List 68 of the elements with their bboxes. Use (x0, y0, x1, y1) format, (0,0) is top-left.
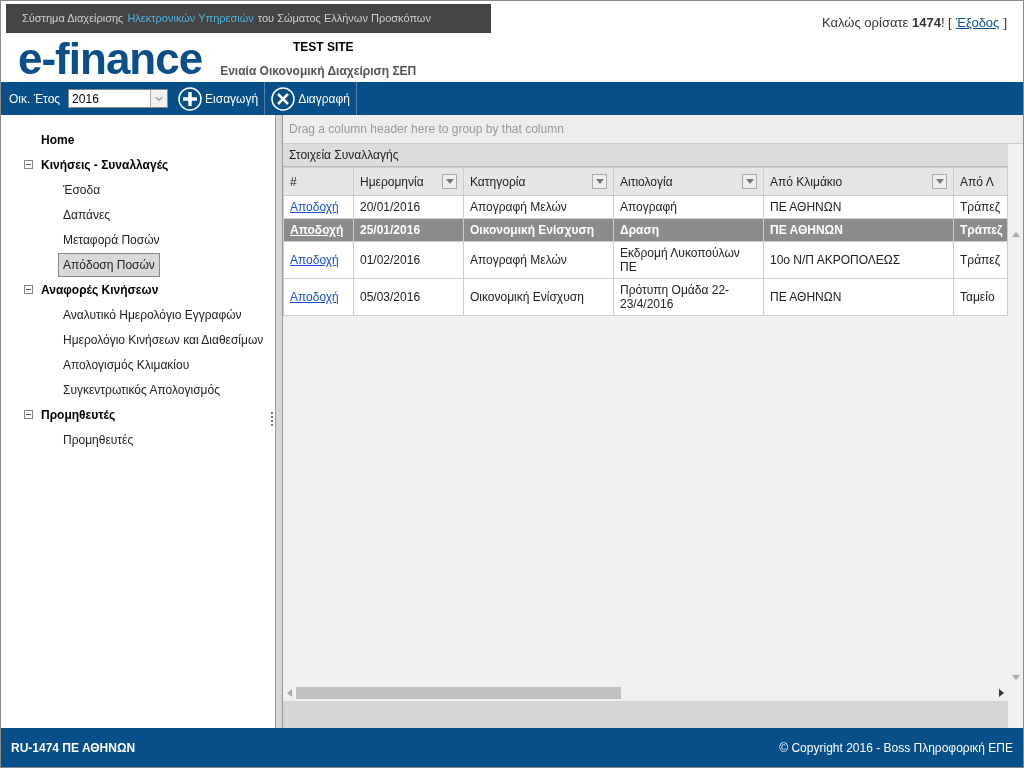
table-cell: 05/03/2016 (353, 278, 464, 316)
scroll-up-icon[interactable] (1011, 232, 1020, 237)
table-cell: Απογραφή (613, 195, 764, 219)
caret-icon (150, 90, 168, 107)
table-cell: 01/02/2016 (353, 241, 464, 279)
year-dropdown[interactable]: 2016 (68, 89, 169, 108)
table-cell: Πρότυπη Ομάδα 22-23/4/2016 (613, 278, 764, 316)
scrollbar-thumb[interactable] (296, 687, 621, 699)
add-button[interactable]: Εισαγωγή (172, 82, 266, 115)
collapse-icon[interactable] (24, 285, 33, 294)
column-header[interactable]: # (283, 167, 354, 196)
table-cell: Οικονομική Ενίσχυση (463, 278, 614, 316)
sidebar-item[interactable]: Προμηθευτές (41, 405, 116, 424)
year-label: Οικ. Έτος (9, 90, 61, 108)
welcome-text: Καλώς ορίσατε 1474! [ (822, 14, 952, 32)
header-banner: Σύστημα Διαχείρισης Ηλεκτρονικών Υπηρεσιών του Σώματος Ελλήνων Προσκόπων (6, 4, 491, 33)
table-cell: Τράπεζ (953, 195, 1008, 219)
column-header[interactable]: Ημερομηνία (353, 167, 464, 196)
table-cell: Ταμείο (953, 278, 1008, 316)
table-cell: Οικονομική Ενίσχυση (463, 218, 614, 242)
close-icon (271, 86, 296, 111)
sidebar-item[interactable]: Συγκεντρωτικός Απολογισμός (58, 377, 225, 402)
collapse-icon[interactable] (24, 160, 33, 169)
table-cell: 25/01/2016 (353, 218, 464, 242)
sidebar-item[interactable]: Απολογισμός Κλιμακίου (58, 352, 195, 377)
sidebar-item[interactable]: Προμηθευτές (58, 427, 139, 452)
copyright-text: © Copyright 2016 - Boss Πληροφορική ΕΠΕ (779, 739, 1013, 757)
column-header[interactable]: Από Κλιμάκιο (763, 167, 954, 196)
column-header[interactable]: Από Λ (953, 167, 1008, 196)
plus-icon (178, 86, 203, 111)
collapse-icon[interactable] (24, 410, 33, 419)
table-cell: ΠΕ ΑΘΗΝΩΝ (763, 218, 954, 242)
sidebar-item[interactable]: Έσοδα (58, 177, 106, 202)
column-band-header: Στοιχεία Συναλλαγής (283, 144, 1008, 167)
table-cell: Τράπεζ (953, 218, 1008, 242)
logo: e-finance (18, 37, 203, 81)
logout-link[interactable]: Έξοδος (955, 13, 1000, 82)
splitter-handle[interactable] (271, 412, 274, 426)
filter-dropdown-icon[interactable] (592, 174, 607, 189)
scroll-down-icon[interactable] (1011, 675, 1020, 680)
site-subtitle: Ενιαία Οικονομική Διαχείριση ΣΕΠ (220, 63, 417, 80)
sidebar-item[interactable]: Αναφορές Κινήσεων (41, 280, 159, 299)
sidebar-item[interactable]: Ημερολόγιο Κινήσεων και Διαθεσίμων (58, 327, 269, 352)
table-cell: Τράπεζ (953, 241, 1008, 279)
table-cell: 10ο Ν/Π ΑΚΡΟΠΟΛΕΩΣ (763, 241, 954, 279)
filter-dropdown-icon[interactable] (742, 174, 757, 189)
sidebar-item[interactable]: Κινήσεις - Συναλλαγές (41, 155, 169, 174)
table-cell: ΠΕ ΑΘΗΝΩΝ (763, 195, 954, 219)
table-cell: ΠΕ ΑΘΗΝΩΝ (763, 278, 954, 316)
scroll-right-icon[interactable] (999, 689, 1004, 697)
sidebar-item[interactable]: Δαπάνες (58, 202, 116, 227)
sidebar-item[interactable]: Απόδοση Ποσών (58, 252, 160, 277)
table-cell: Εκδρομή Λυκοπούλων ΠΕ (613, 241, 764, 279)
footer-unit: RU-1474 ΠΕ ΑΘΗΝΩΝ (11, 739, 136, 757)
scroll-left-icon[interactable] (287, 689, 292, 697)
sidebar-item[interactable]: Home (41, 130, 75, 149)
filter-dropdown-icon[interactable] (932, 174, 947, 189)
bracket-text: ] (1003, 14, 1007, 32)
table-cell: 20/01/2016 (353, 195, 464, 219)
table-cell: Απογραφή Μελών (463, 241, 614, 279)
column-header[interactable]: Κατηγορία (463, 167, 614, 196)
site-label: TEST SITE (292, 39, 354, 56)
sidebar-item[interactable]: Μεταφορά Ποσών (58, 227, 165, 252)
sidebar-item[interactable]: Αναλυτικό Ημερολόγιο Εγγραφών (58, 302, 247, 327)
column-header[interactable]: Αιτιολογία (613, 167, 764, 196)
table-cell: Απογραφή Μελών (463, 195, 614, 219)
filter-dropdown-icon[interactable] (442, 174, 457, 189)
table-cell: Δραση (613, 218, 764, 242)
